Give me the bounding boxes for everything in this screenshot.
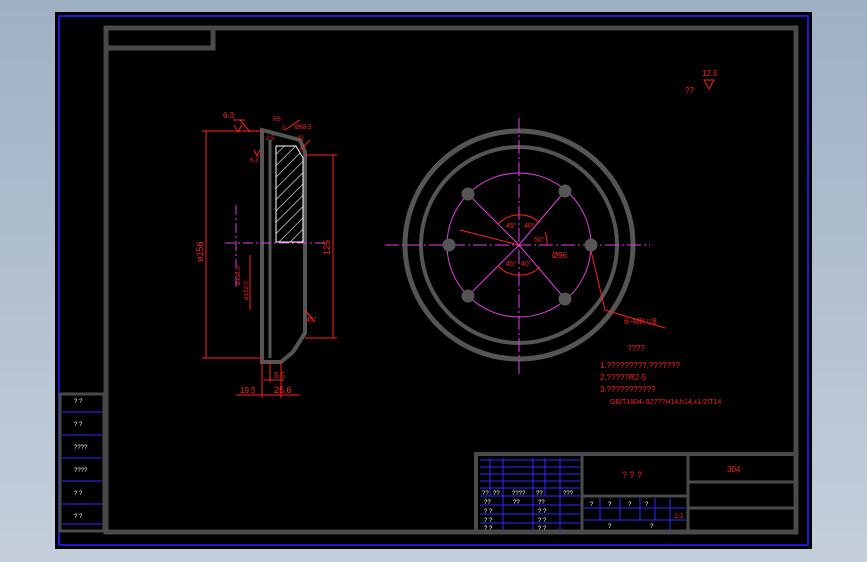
tb-head-2: ?? bbox=[493, 491, 500, 497]
drawing-background bbox=[55, 12, 812, 549]
tb-sig-1: ? ? bbox=[484, 509, 493, 515]
dim-inner-125: 125 bbox=[322, 240, 332, 255]
tb-head-4: ?? bbox=[536, 491, 543, 497]
note-line-4: GB/T1804–92???H14,h14,±1/2IT14 bbox=[610, 399, 721, 406]
tb-head-3: ???? bbox=[512, 491, 526, 497]
note-line-1: 1.?????????,??????? bbox=[600, 361, 681, 370]
side-item-3: ???? bbox=[74, 445, 88, 451]
bolt-hole bbox=[558, 184, 572, 198]
side-item-1: ? ? bbox=[74, 399, 83, 405]
dim-chamfer-small: R6 bbox=[273, 117, 281, 123]
holes-callout: 6–M8 ▽8 bbox=[624, 317, 657, 326]
note-line-2: 2.?????R2-5 bbox=[600, 373, 647, 382]
tb-head-5: ??? bbox=[563, 491, 574, 497]
tb-material: 304 bbox=[727, 465, 741, 474]
side-item-6: ? ? bbox=[74, 514, 83, 520]
dim-width-total: 25.6 bbox=[274, 385, 292, 395]
bolt-hole bbox=[558, 292, 572, 306]
general-roughness-note: ?? bbox=[685, 86, 694, 95]
tb-head-1: ?? bbox=[482, 491, 489, 497]
tb-sig-6: ? ? bbox=[538, 526, 547, 532]
dim-width-small: 5.5 bbox=[274, 371, 286, 380]
roughness-section-top: 6.3 bbox=[223, 111, 235, 120]
bolt-hole bbox=[584, 238, 598, 252]
bolt-hole bbox=[461, 187, 475, 201]
tb-row-label-2: ?? bbox=[513, 500, 520, 506]
angle-right: 50° bbox=[534, 236, 545, 244]
tb-sig-5: ? ? bbox=[484, 526, 493, 532]
angle-bottom-right: 40° bbox=[521, 260, 532, 268]
side-item-5: ? ? bbox=[74, 491, 83, 497]
side-item-4: ???? bbox=[74, 468, 88, 474]
dim-bore-b: ø132.0 bbox=[244, 281, 250, 300]
section-hatch bbox=[275, 145, 304, 243]
side-item-2: ? ? bbox=[74, 422, 83, 428]
dim-top-c: 30 bbox=[297, 136, 304, 142]
tb-row-label-1: ?? bbox=[484, 500, 491, 506]
tb-row-label-3: ?? bbox=[538, 500, 545, 506]
angle-top-right: 40° bbox=[524, 222, 535, 230]
roughness-section-inner: 6.3 bbox=[250, 158, 259, 164]
drawing-canvas: 6.3 6.3 R6 0 Ø68.5 2.5 30 ø156 125 ø132.… bbox=[55, 12, 812, 549]
dim-width-left: 19.5 bbox=[240, 386, 256, 395]
angle-bottom-left: 45° bbox=[506, 260, 517, 268]
dim-top-b: 2.5 bbox=[266, 136, 275, 142]
tb-sig-2: ? ? bbox=[538, 509, 547, 515]
tb-sig-4: ? ? bbox=[538, 518, 547, 524]
dim-top-a: Ø68.5 bbox=[295, 125, 312, 131]
general-roughness-value: 12.5 bbox=[702, 69, 718, 78]
bolt-hole bbox=[442, 238, 456, 252]
dim-bore-a: ø132.0 bbox=[236, 266, 242, 285]
dim-chamfer-45: 45° bbox=[306, 316, 317, 324]
angle-top-left: 45° bbox=[506, 222, 517, 230]
notes-heading: ???? bbox=[627, 344, 645, 353]
tb-part-name: ? ? ? bbox=[622, 470, 642, 480]
tb-scale: 1:1 bbox=[674, 513, 684, 520]
bolt-hole bbox=[461, 289, 475, 303]
dim-bolt-circle: Ø96 bbox=[552, 251, 568, 260]
tb-sig-3: ? ? bbox=[484, 518, 493, 524]
dim-outer-diameter: ø156 bbox=[195, 241, 205, 262]
note-line-3: 3.??????????? bbox=[600, 385, 656, 394]
